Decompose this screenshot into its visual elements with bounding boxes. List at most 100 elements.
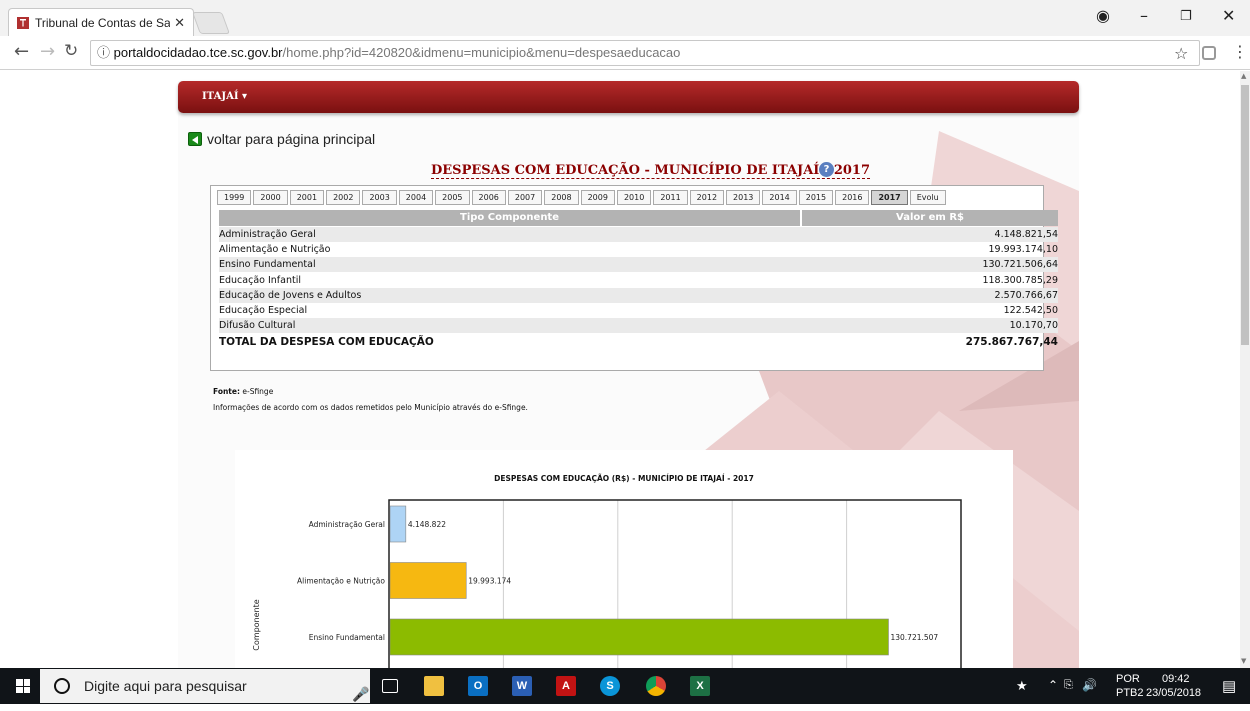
url-host: portaldocidadao.tce.sc.gov.br — [113, 45, 283, 60]
tab-title: Tribunal de Contas de Sa — [35, 15, 171, 30]
chrome-menu-icon[interactable]: ⋮ — [1232, 42, 1248, 61]
language-top[interactable]: POR — [1116, 673, 1140, 685]
source-line: Fonte: e-Sfinge — [213, 387, 273, 396]
year-tab-2014[interactable]: 2014 — [762, 190, 797, 205]
back-arrow-icon[interactable]: ← — [14, 41, 29, 62]
row-label: Alimentação e Nutrição — [219, 244, 331, 256]
outlook-icon[interactable]: O — [468, 676, 488, 696]
address-bar[interactable]: ⓘ portaldocidadao.tce.sc.gov.br/home.php… — [90, 40, 1200, 66]
bookmark-star-icon[interactable]: ☆ — [1174, 44, 1188, 63]
notification-icon[interactable]: ▤ — [1222, 677, 1236, 695]
restore-icon[interactable]: ❐ — [1180, 9, 1192, 24]
reload-icon[interactable]: ↻ — [64, 41, 78, 61]
help-icon[interactable]: ? — [819, 162, 834, 177]
year-tab-2010[interactable]: 2010 — [616, 190, 652, 205]
clock-time[interactable]: 09:42 — [1162, 673, 1190, 685]
language-bottom[interactable]: PTB2 — [1116, 687, 1144, 699]
vertical-scrollbar[interactable]: ▲ ▼ — [1240, 71, 1250, 668]
municipality-menu-bar: ITAJAÍ ▾ — [178, 81, 1079, 113]
browser-tab[interactable]: Tribunal de Contas de Sa ✕ — [8, 8, 194, 36]
chart-category-label: Alimentação e Nutrição — [297, 577, 385, 586]
expenses-table-panel: 1999 2000 2001 2002 2003 2004 2005 2006 2007 2008… — [210, 185, 1058, 371]
municipality-dropdown[interactable]: ITAJAÍ ▾ — [202, 91, 247, 102]
people-icon[interactable]: ★ — [1016, 678, 1028, 694]
acrobat-icon[interactable]: A — [556, 676, 576, 696]
table-row: Educação Especial 122.542,50 — [219, 303, 1058, 318]
volume-icon[interactable]: 🔊 — [1082, 678, 1097, 692]
chart-category-label: Ensino Fundamental — [309, 633, 385, 642]
toolbar: ← → ↻ ⓘ portaldocidadao.tce.sc.gov.br/ho… — [0, 36, 1250, 70]
scroll-down-icon[interactable]: ▼ — [1241, 657, 1246, 665]
year-tab-2008[interactable]: 2008 — [544, 190, 579, 205]
forward-arrow-icon[interactable]: → — [40, 41, 55, 62]
year-tab-2005[interactable]: 2005 — [435, 190, 470, 205]
source-label: Fonte: — [213, 387, 240, 396]
show-hidden-icons[interactable]: ⌃ — [1048, 678, 1058, 692]
row-value: 19.993.174,10 — [988, 244, 1058, 256]
year-tab-2009[interactable]: 2009 — [580, 190, 615, 205]
year-tab-2000[interactable]: 2000 — [253, 190, 288, 205]
year-tab-2016[interactable]: 2016 — [835, 190, 870, 205]
year-tab-2002[interactable]: 2002 — [326, 190, 361, 205]
page-title: DESPESAS COM EDUCAÇÃO - MUNICÍPIO DE ITA… — [431, 163, 870, 179]
table-row: Educação de Jovens e Adultos 2.570.766,67 — [219, 287, 1058, 303]
scroll-thumb[interactable] — [1241, 85, 1249, 345]
back-to-home-link[interactable]: voltar para página principal — [188, 131, 375, 147]
chart-bar — [389, 618, 889, 656]
table-row: Administração Geral 4.148.821,54 — [219, 227, 1058, 242]
total-value: 275.867.767,44 — [965, 336, 1058, 348]
window-close-icon[interactable]: ✕ — [1222, 6, 1235, 25]
minimize-icon[interactable]: – — [1140, 6, 1148, 25]
clock-date[interactable]: 23/05/2018 — [1146, 687, 1201, 699]
chart-bar — [389, 562, 467, 599]
row-value: 2.570.766,67 — [994, 289, 1058, 301]
table-total-row: TOTAL DA DESPESA COM EDUCAÇÃO 275.867.76… — [219, 334, 1058, 351]
year-tab-2006[interactable]: 2006 — [471, 190, 506, 205]
url-path: /home.php?id=420820&idmenu=municipio&men… — [282, 45, 681, 60]
year-tab-2004[interactable]: 2004 — [398, 190, 434, 205]
scroll-up-icon[interactable]: ▲ — [1241, 72, 1246, 80]
row-label: Administração Geral — [219, 229, 316, 240]
word-icon[interactable]: W — [512, 676, 532, 696]
year-tab-evolu[interactable]: Evolu — [909, 190, 946, 205]
file-explorer-icon[interactable] — [424, 676, 444, 696]
extension-icon[interactable] — [1202, 46, 1216, 60]
chart-data-label: 19.993.174 — [468, 577, 511, 586]
task-view-icon[interactable] — [382, 679, 398, 693]
skype-icon[interactable]: S — [600, 676, 620, 696]
page-viewport: ITAJAÍ ▾ voltar para página principal DE… — [0, 71, 1240, 668]
chart-category-label: Administração Geral — [309, 520, 385, 529]
year-tab-2011[interactable]: 2011 — [653, 190, 688, 205]
tab-close-icon[interactable]: ✕ — [174, 15, 185, 31]
year-tab-2013[interactable]: 2013 — [726, 190, 761, 205]
profile-icon[interactable]: ◉ — [1096, 6, 1110, 25]
chart-y-axis-label: Componente — [252, 599, 261, 650]
cortana-icon — [54, 678, 70, 694]
year-tab-2003[interactable]: 2003 — [362, 190, 397, 205]
chart-bar — [389, 505, 407, 543]
chrome-icon[interactable] — [646, 676, 666, 696]
year-tab-2017[interactable]: 2017 — [871, 190, 908, 205]
year-tab-2012[interactable]: 2012 — [689, 190, 725, 205]
year-tab-2007[interactable]: 2007 — [507, 190, 543, 205]
chart-data-label: 4.148.822 — [408, 520, 446, 529]
chart-data-label: 130.721.507 — [890, 633, 938, 642]
total-label: TOTAL DA DESPESA COM EDUCAÇÃO — [219, 336, 434, 348]
year-tab-2015[interactable]: 2015 — [798, 190, 834, 205]
source-info: Informações de acordo com os dados remet… — [213, 403, 528, 412]
year-tab-1999[interactable]: 1999 — [217, 190, 252, 205]
year-tab-2001[interactable]: 2001 — [289, 190, 325, 205]
row-value: 118.300.785,29 — [982, 274, 1058, 286]
taskbar-search[interactable]: Digite aqui para pesquisar 🎤 — [40, 669, 370, 703]
year-tabs: 1999 2000 2001 2002 2003 2004 2005 2006 2007 2008… — [217, 190, 946, 205]
network-icon[interactable]: ⎘ — [1064, 679, 1073, 692]
excel-icon[interactable]: X — [690, 676, 710, 696]
row-value: 130.721.506,64 — [982, 259, 1058, 271]
table-row: Educação Infantil 118.300.785,29 — [219, 273, 1058, 288]
green-back-arrow-icon — [188, 132, 202, 146]
row-label: Educação Infantil — [219, 274, 301, 286]
row-value: 10.170,70 — [1009, 320, 1058, 332]
info-icon[interactable]: ⓘ — [97, 45, 110, 60]
microphone-icon[interactable]: 🎤 — [352, 677, 369, 711]
windows-start-icon[interactable] — [16, 679, 30, 693]
